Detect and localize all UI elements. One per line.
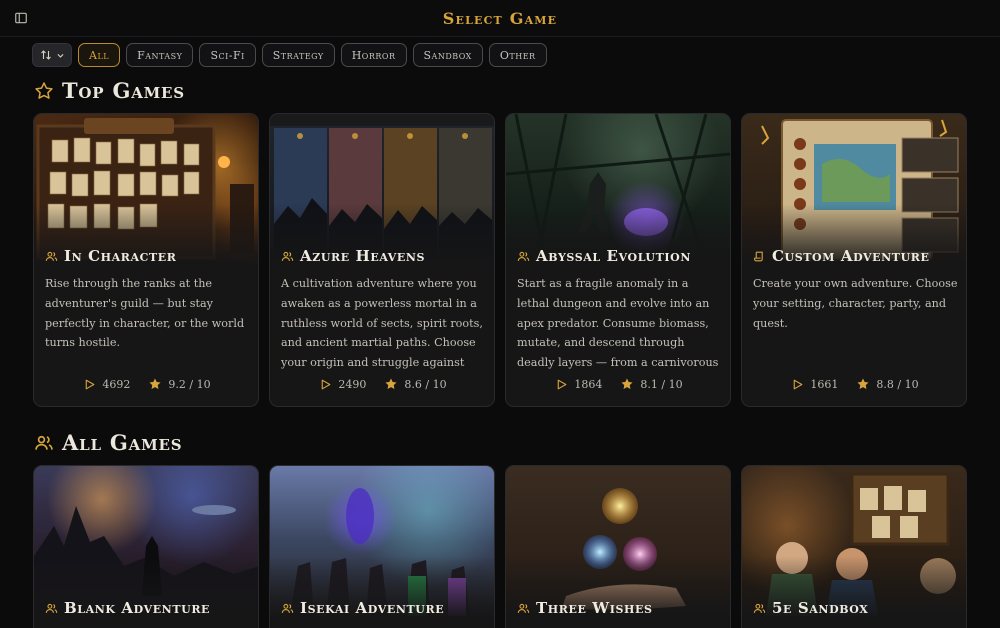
filter-bar: All Fantasy Sci-Fi Strategy Horror Sandb… bbox=[32, 43, 547, 68]
rating-value: 8.8 / 10 bbox=[876, 377, 919, 391]
plays-stat: 1864 bbox=[555, 378, 602, 391]
card-title-row: Azure Heavens bbox=[281, 247, 425, 265]
star-icon bbox=[384, 377, 398, 391]
card-title-row: Isekai Adventure bbox=[281, 599, 444, 617]
game-card-in-character[interactable]: In Character Rise through the ranks at t… bbox=[33, 113, 259, 407]
card-title: 5e Sandbox bbox=[772, 599, 869, 617]
game-cover-image bbox=[34, 466, 258, 616]
users-icon bbox=[34, 433, 54, 453]
game-cover-image bbox=[506, 466, 730, 616]
card-title-row: Blank Adventure bbox=[45, 599, 210, 617]
sort-button[interactable] bbox=[32, 43, 72, 67]
card-title-row: In Character bbox=[45, 247, 177, 265]
rating-stat: 8.1 / 10 bbox=[620, 377, 683, 391]
scroll-icon bbox=[753, 250, 766, 263]
rating-stat: 8.8 / 10 bbox=[856, 377, 919, 391]
game-cover-image bbox=[270, 466, 494, 616]
filter-chip-other[interactable]: Other bbox=[488, 43, 547, 67]
game-cover-image bbox=[34, 114, 258, 264]
card-title-row: Three Wishes bbox=[517, 599, 653, 617]
rating-value: 8.6 / 10 bbox=[404, 377, 447, 391]
game-card-blank-adventure[interactable]: Blank Adventure bbox=[33, 465, 259, 628]
filter-chip-sandbox[interactable]: Sandbox bbox=[412, 43, 483, 67]
game-cover-image bbox=[270, 114, 494, 264]
play-icon bbox=[319, 378, 332, 391]
rating-value: 8.1 / 10 bbox=[640, 377, 683, 391]
users-icon bbox=[517, 250, 530, 263]
page-title: Select Game bbox=[442, 9, 558, 28]
card-description: Start as a fragile anomaly in a lethal d… bbox=[517, 277, 719, 370]
game-cover-image bbox=[506, 114, 730, 264]
sort-arrows-icon bbox=[40, 50, 51, 60]
users-icon bbox=[45, 250, 58, 263]
card-description: Rise through the ranks at the adventurer… bbox=[45, 277, 245, 350]
game-card-5e-sandbox[interactable]: 5e Sandbox bbox=[741, 465, 967, 628]
plays-stat: 4692 bbox=[83, 378, 130, 391]
section-title-top-games: Top Games bbox=[62, 78, 185, 103]
card-title: Abyssal Evolution bbox=[536, 247, 691, 265]
plays-count: 1661 bbox=[810, 377, 839, 391]
filter-chip-strategy[interactable]: Strategy bbox=[261, 43, 335, 67]
star-icon bbox=[856, 377, 870, 391]
play-icon bbox=[791, 378, 804, 391]
game-card-custom-adventure[interactable]: Custom Adventure Create your own adventu… bbox=[741, 113, 967, 407]
filter-chip-all[interactable]: All bbox=[78, 43, 121, 67]
card-title-row: Custom Adventure bbox=[753, 247, 930, 265]
card-stats: 1661 8.8 / 10 bbox=[742, 377, 966, 391]
filter-chip-scifi[interactable]: Sci-Fi bbox=[199, 43, 256, 67]
card-stats: 4692 9.2 / 10 bbox=[34, 377, 258, 391]
star-icon bbox=[148, 377, 162, 391]
users-icon bbox=[517, 602, 530, 615]
card-description: Create your own adventure. Choose your s… bbox=[753, 277, 958, 330]
plays-count: 2490 bbox=[338, 377, 367, 391]
plays-count: 1864 bbox=[574, 377, 603, 391]
star-icon bbox=[620, 377, 634, 391]
rating-value: 9.2 / 10 bbox=[168, 377, 211, 391]
game-card-three-wishes[interactable]: Three Wishes bbox=[505, 465, 731, 628]
card-title-row: Abyssal Evolution bbox=[517, 247, 691, 265]
all-games-header: All Games bbox=[34, 430, 182, 455]
card-stats: 1864 8.1 / 10 bbox=[506, 377, 730, 391]
game-card-azure-heavens[interactable]: Azure Heavens A cultivation adventure wh… bbox=[269, 113, 495, 407]
users-icon bbox=[45, 602, 58, 615]
card-title: In Character bbox=[64, 247, 177, 265]
card-title: Blank Adventure bbox=[64, 599, 211, 617]
filter-chip-horror[interactable]: Horror bbox=[340, 43, 407, 67]
chevron-down-icon bbox=[56, 53, 64, 58]
rating-stat: 9.2 / 10 bbox=[148, 377, 211, 391]
card-description: A cultivation adventure where you awaken… bbox=[281, 277, 483, 370]
play-icon bbox=[83, 378, 96, 391]
card-title-row: 5e Sandbox bbox=[753, 599, 868, 617]
section-title-all-games: All Games bbox=[62, 430, 183, 455]
rating-stat: 8.6 / 10 bbox=[384, 377, 447, 391]
users-icon bbox=[753, 602, 766, 615]
card-title: Three Wishes bbox=[536, 599, 653, 617]
top-games-header: Top Games bbox=[34, 78, 185, 103]
card-title: Custom Adventure bbox=[772, 247, 930, 265]
users-icon bbox=[281, 250, 294, 263]
card-title: Azure Heavens bbox=[300, 247, 426, 265]
game-card-abyssal-evolution[interactable]: Abyssal Evolution Start as a fragile ano… bbox=[505, 113, 731, 407]
card-title: Isekai Adventure bbox=[300, 599, 445, 617]
users-icon bbox=[281, 602, 294, 615]
filter-chip-fantasy[interactable]: Fantasy bbox=[126, 43, 194, 67]
top-bar: Select Game bbox=[0, 0, 1000, 37]
game-cover-image bbox=[742, 466, 966, 616]
game-cover-image bbox=[742, 114, 966, 264]
plays-stat: 2490 bbox=[319, 378, 366, 391]
card-stats: 2490 8.6 / 10 bbox=[270, 377, 494, 391]
plays-stat: 1661 bbox=[791, 378, 838, 391]
game-card-isekai-adventure[interactable]: Isekai Adventure bbox=[269, 465, 495, 628]
star-outline-icon bbox=[35, 81, 53, 99]
play-icon bbox=[555, 378, 568, 391]
plays-count: 4692 bbox=[102, 377, 131, 391]
